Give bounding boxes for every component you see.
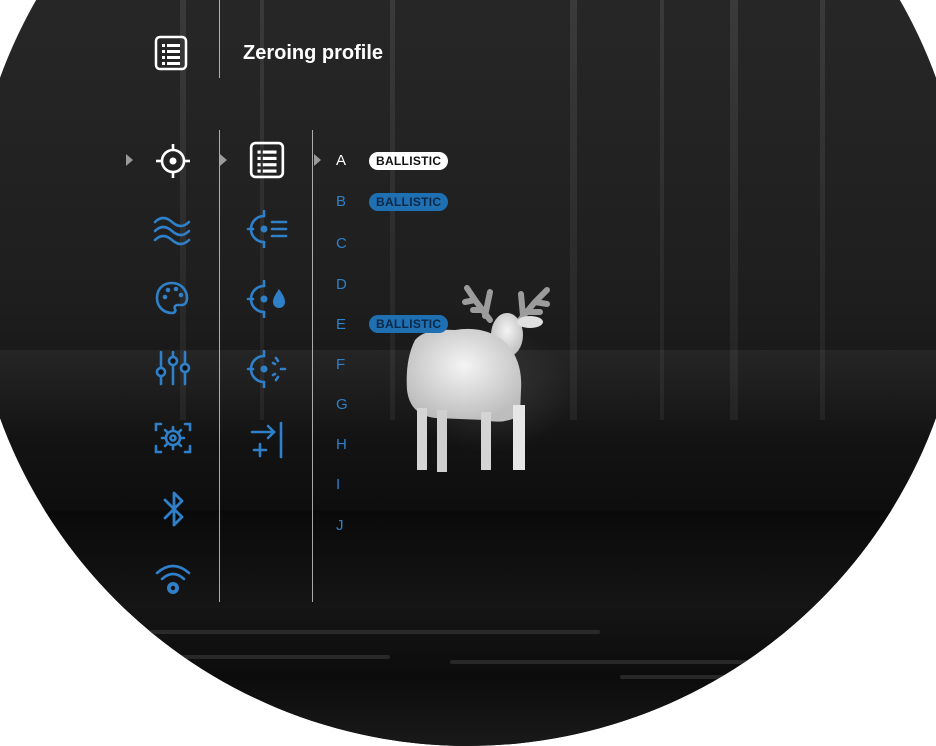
profile-list-icon[interactable]	[249, 141, 285, 179]
crosshair-icon[interactable]	[155, 143, 191, 179]
water-ripple	[620, 675, 880, 679]
ballistic-badge: BALLISTIC	[369, 193, 449, 211]
moose-leg	[481, 412, 491, 470]
moose-ear	[517, 316, 543, 328]
ballistic-badge: BALLISTIC	[369, 152, 449, 170]
reticle-drop-icon[interactable]	[246, 280, 288, 318]
profile-letter[interactable]: G	[336, 396, 356, 413]
moose-leg	[513, 405, 525, 470]
waves-icon[interactable]	[152, 212, 192, 246]
moose-body	[406, 328, 522, 422]
profile-list-icon	[154, 35, 188, 71]
profile-letter[interactable]: D	[336, 276, 356, 293]
ballistic-badge: BALLISTIC	[369, 315, 449, 333]
palette-icon[interactable]	[154, 280, 190, 316]
moose-leg	[437, 410, 447, 472]
reticle-list-icon[interactable]	[246, 210, 288, 248]
profile-letter[interactable]: H	[336, 436, 356, 453]
bluetooth-icon[interactable]	[160, 490, 188, 528]
selection-arrow	[126, 154, 133, 166]
profile-letter[interactable]: A	[336, 152, 356, 169]
profile-letter[interactable]: F	[336, 356, 356, 373]
water-ripple	[100, 630, 600, 634]
selection-arrow	[220, 154, 227, 166]
settings-frame-icon[interactable]	[153, 420, 193, 456]
header-divider	[219, 0, 220, 78]
moose-leg	[417, 408, 427, 470]
profile-letter[interactable]: J	[336, 517, 356, 534]
add-distance-icon[interactable]	[248, 420, 288, 460]
sliders-icon[interactable]	[154, 350, 192, 386]
profile-letter[interactable]: B	[336, 193, 356, 210]
moose-image	[406, 285, 550, 472]
selection-arrow	[314, 154, 321, 166]
profile-letter[interactable]: E	[336, 316, 356, 333]
profile-letter[interactable]: C	[336, 235, 356, 252]
wifi-settings-icon[interactable]	[154, 560, 192, 598]
column-divider	[219, 130, 220, 602]
reticle-sun-icon[interactable]	[246, 350, 288, 388]
water-surface	[0, 510, 936, 746]
page-title: Zeroing profile	[243, 42, 383, 64]
water-ripple	[170, 655, 390, 659]
water-ripple	[450, 660, 770, 664]
column-divider	[312, 130, 313, 602]
profile-letter[interactable]: I	[336, 476, 356, 493]
